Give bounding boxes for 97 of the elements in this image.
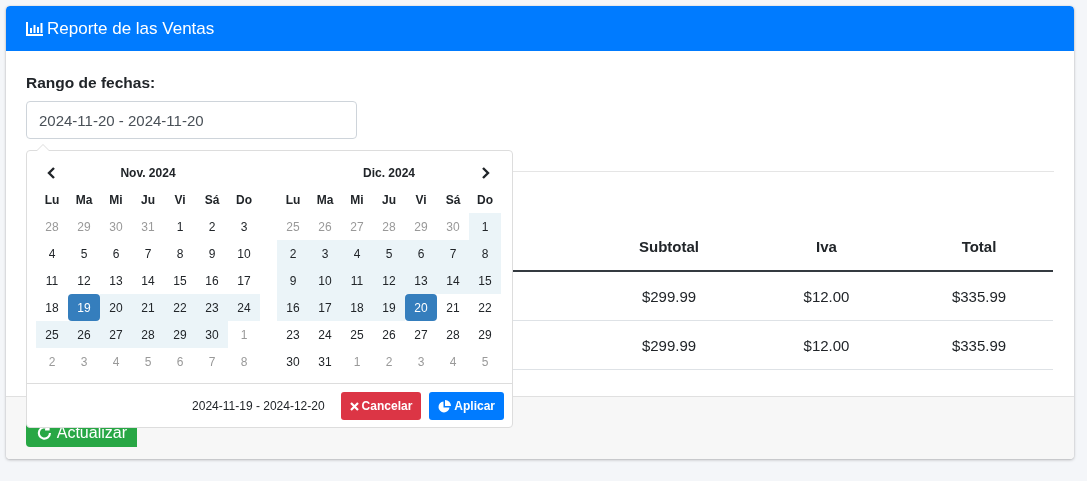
month-title: Dic. 2024 [362, 165, 415, 180]
calendar-day[interactable]: 18 [341, 294, 373, 321]
calendar-day[interactable]: 1 [164, 213, 196, 240]
weekday-label: Vi [414, 191, 428, 209]
calendar-day[interactable]: 13 [405, 267, 437, 294]
bar-chart-icon [26, 21, 43, 36]
weekday-label: Do [476, 191, 494, 209]
calendar-day[interactable]: 30 [277, 348, 309, 375]
calendar-day[interactable]: 28 [437, 321, 469, 348]
month-title: Nov. 2024 [120, 165, 176, 180]
calendar-day[interactable]: 15 [469, 267, 501, 294]
weekday-label: Sá [444, 191, 462, 209]
cancel-button[interactable]: Cancelar [340, 392, 422, 420]
weekday-label: Mi [349, 191, 365, 209]
calendar-day[interactable]: 22 [469, 294, 501, 321]
calendar-day[interactable]: 29 [164, 321, 196, 348]
calendar-day[interactable]: 4 [341, 240, 373, 267]
calendar-day[interactable]: 5 [373, 240, 405, 267]
calendar-day[interactable]: 4 [36, 240, 68, 267]
calendar-day[interactable]: 17 [309, 294, 341, 321]
calendar-day[interactable]: 14 [132, 267, 164, 294]
calendar-day[interactable]: 19 [373, 294, 405, 321]
calendar-day[interactable]: 7 [437, 240, 469, 267]
weekday-label: Ju [140, 191, 156, 209]
calendar-day[interactable]: 27 [100, 321, 132, 348]
close-icon [349, 401, 359, 411]
card-title: Reporte de las Ventas [47, 18, 215, 39]
calendar-day[interactable]: 2 [196, 213, 228, 240]
calendar-day[interactable]: 17 [228, 267, 260, 294]
calendar-day[interactable]: 10 [309, 267, 341, 294]
table-cell: $299.99 [590, 321, 748, 370]
weekday-label: Lu [284, 191, 302, 209]
calendar-day[interactable]: 18 [36, 294, 68, 321]
chevron-right-icon [480, 166, 490, 179]
calendar-day[interactable]: 1 [469, 213, 501, 240]
calendar-day[interactable]: 7 [132, 240, 164, 267]
calendar-day[interactable]: 24 [309, 321, 341, 348]
table-cell: $335.99 [905, 272, 1053, 321]
weekday-label: Vi [173, 191, 187, 209]
field-label: Rango de fechas: [26, 74, 156, 92]
calendar-day[interactable]: 10 [228, 240, 260, 267]
calendar-day[interactable]: 21 [437, 294, 469, 321]
calendar-day[interactable]: 5 [68, 240, 100, 267]
weekday-label: Lu [43, 191, 61, 209]
calendar-day[interactable]: 29 [469, 321, 501, 348]
table-cell: $299.99 [590, 272, 748, 321]
calendar-day[interactable]: 19 [68, 294, 100, 321]
chevron-left-icon [47, 166, 57, 179]
column-header: Total [905, 222, 1053, 272]
calendar-day[interactable]: 28 [132, 321, 164, 348]
column-header: Subtotal [590, 222, 748, 272]
calendar-day[interactable]: 26 [373, 321, 405, 348]
calendar-day[interactable]: 13 [100, 267, 132, 294]
calendar-day[interactable]: 6 [100, 240, 132, 267]
calendar-day[interactable]: 23 [277, 321, 309, 348]
calendar-day[interactable]: 3 [309, 240, 341, 267]
table-cell: $12.00 [748, 321, 905, 370]
weekday-label: Mi [108, 191, 124, 209]
calendar-day[interactable]: 23 [196, 294, 228, 321]
calendar-day[interactable]: 26 [68, 321, 100, 348]
calendar-day[interactable]: 20 [405, 294, 437, 321]
calendar-day[interactable]: 12 [373, 267, 405, 294]
calendar-day[interactable]: 11 [36, 267, 68, 294]
calendar-day[interactable]: 9 [196, 240, 228, 267]
calendar-day[interactable]: 30 [196, 321, 228, 348]
calendar-day[interactable]: 27 [405, 321, 437, 348]
calendar-day[interactable]: 25 [36, 321, 68, 348]
weekday-label: Ju [381, 191, 397, 209]
table-cell: $12.00 [748, 272, 905, 321]
calendar-day[interactable]: 15 [164, 267, 196, 294]
calendar-day[interactable]: 14 [437, 267, 469, 294]
calendar-day[interactable]: 9 [277, 267, 309, 294]
weekday-label: Sá [203, 191, 221, 209]
calendar-day[interactable]: 22 [164, 294, 196, 321]
weekday-label: Ma [315, 191, 335, 209]
calendar-day[interactable]: 3 [228, 213, 260, 240]
calendar-day[interactable]: 21 [132, 294, 164, 321]
calendar-day[interactable]: 31 [309, 348, 341, 375]
weekday-label: Ma [74, 191, 94, 209]
date-range-field[interactable]: 2024-11-20 - 2024-11-20 [26, 101, 357, 139]
calendar-day[interactable]: 20 [100, 294, 132, 321]
calendar-day[interactable]: 2 [277, 240, 309, 267]
table-cell: $335.99 [905, 321, 1053, 370]
calendar-day[interactable]: 24 [228, 294, 260, 321]
calendar-day[interactable]: 8 [469, 240, 501, 267]
pie-chart-icon [438, 399, 452, 413]
selected-range-text: 2024-11-19 - 2024-12-20 [192, 399, 325, 413]
calendar-day[interactable]: 6 [405, 240, 437, 267]
apply-button[interactable]: Aplicar [429, 392, 504, 420]
calendar-day[interactable]: 8 [164, 240, 196, 267]
column-header: Iva [748, 222, 905, 272]
calendar-day[interactable]: 25 [341, 321, 373, 348]
weekday-label: Do [235, 191, 253, 209]
calendar-day[interactable]: 11 [341, 267, 373, 294]
calendar-day[interactable]: 16 [277, 294, 309, 321]
calendar-day[interactable]: 16 [196, 267, 228, 294]
calendar-day[interactable]: 12 [68, 267, 100, 294]
